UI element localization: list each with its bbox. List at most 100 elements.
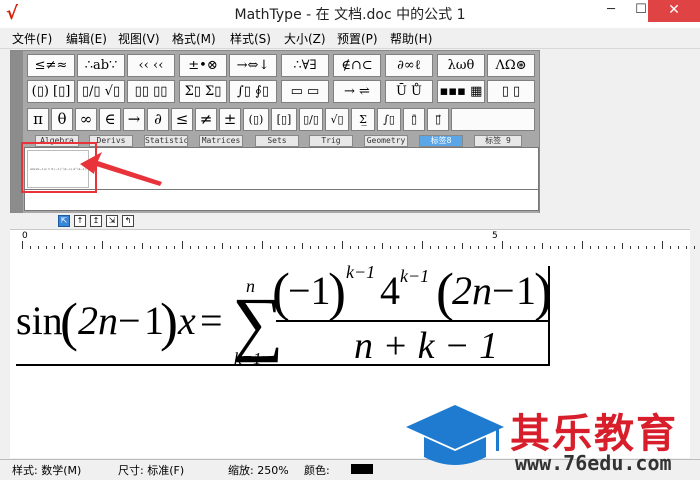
tab-trig[interactable]: Trig [309, 135, 353, 147]
parentheses-template-button[interactable]: (▯) [243, 108, 269, 131]
overbar-template-button[interactable]: ▯̄ [403, 108, 425, 131]
ruler-tick [438, 246, 439, 249]
formula-denominator: n + k − 1 [354, 325, 498, 367]
partial-symbol-button[interactable]: ∂ [147, 108, 169, 131]
ruler-tick [430, 246, 431, 249]
ruler-tick [262, 241, 263, 249]
sum-template-button[interactable]: Σ̲ [351, 108, 375, 131]
ruler-tick [678, 246, 679, 249]
labeled-arrows-palette-button[interactable]: → ⇌ [333, 80, 381, 103]
arrow-symbol-button[interactable]: → [123, 108, 145, 131]
ruler-tick [78, 246, 79, 249]
ruler-tick [134, 246, 135, 249]
brackets-template-button[interactable]: [▯] [271, 108, 297, 131]
tab-matrices[interactable]: Matrices [199, 135, 243, 147]
tab-label-8[interactable]: 标签8 [419, 135, 463, 147]
set-theory-palette-button[interactable]: ∉∩⊂ [333, 54, 381, 77]
ruler-tick [326, 246, 327, 249]
ruler-tick [606, 246, 607, 249]
nudge-top-icon[interactable]: ↥ [90, 215, 102, 227]
nudge-bottom-right-icon[interactable]: ⇲ [106, 215, 118, 227]
fraction-template-button[interactable]: ▯/▯ [299, 108, 323, 131]
summations-palette-button[interactable]: Σ▯ Σ▯ [179, 80, 227, 103]
radical-template-button[interactable]: √▯ [325, 108, 349, 131]
boxes-palette-button[interactable]: ▯ ▯ [487, 80, 535, 103]
ruler-tick [214, 246, 215, 249]
element-of-symbol-button[interactable]: ∈ [99, 108, 121, 131]
operators-palette-button[interactable]: ±•⊗ [179, 54, 227, 77]
color-swatch[interactable] [351, 464, 373, 474]
nudge-top-left-icon[interactable]: ⇱ [58, 215, 70, 227]
menu-preferences[interactable]: 预置(P) [337, 30, 378, 47]
fractions-radicals-palette-button[interactable]: ▯/▯ √▯ [77, 80, 125, 103]
ruler-tick [382, 243, 383, 249]
ruler-tick [422, 241, 423, 249]
formula-num-four: 4 [380, 268, 400, 313]
ruler-tick [534, 246, 535, 249]
nudge-return-icon[interactable]: ↰ [122, 215, 134, 227]
ruler-tick [622, 243, 623, 249]
ruler-tick [142, 243, 143, 249]
tab-statistics[interactable]: Statistics [144, 135, 188, 147]
status-size[interactable]: 尺寸: 标准(F) [118, 462, 184, 478]
menu-bar: 文件(F) 编辑(E) 视图(V) 格式(M) 样式(S) 大小(Z) 预置(P… [0, 28, 700, 49]
menu-view[interactable]: 视图(V) [118, 30, 160, 47]
ruler-label-5: 5 [492, 231, 498, 241]
menu-format[interactable]: 格式(M) [172, 30, 216, 47]
tab-label-9[interactable]: 标签 9 [474, 135, 522, 147]
ruler-tick [166, 246, 167, 249]
ruler-tick [342, 241, 343, 249]
logic-palette-button[interactable]: ∴∀∃ [281, 54, 329, 77]
spaces-ellipses-palette-button[interactable]: ∴ab∵ [77, 54, 125, 77]
tab-geometry[interactable]: Geometry [364, 135, 408, 147]
graduation-cap-icon [406, 405, 504, 465]
matrices-palette-button[interactable]: ▪▪▪ ▦ [437, 80, 485, 103]
less-equal-symbol-button[interactable]: ≤ [171, 108, 193, 131]
ruler-tick [334, 246, 335, 249]
menu-size[interactable]: 大小(Z) [284, 30, 326, 47]
tab-sets[interactable]: Sets [255, 135, 299, 147]
underbars-palette-button[interactable]: ▭ ▭ [281, 80, 329, 103]
arrows-palette-button[interactable]: →⇔↓ [229, 54, 277, 77]
status-zoom[interactable]: 缩放: 250% [228, 462, 289, 478]
menu-style[interactable]: 样式(S) [230, 30, 271, 47]
ruler-tick [662, 241, 663, 249]
pi-symbol-button[interactable]: π [27, 108, 49, 131]
theta-symbol-button[interactable]: θ [51, 108, 73, 131]
subscripts-palette-button[interactable]: ▯▯ ▯▯ [127, 80, 175, 103]
misc-symbols-palette-button[interactable]: ∂∞ℓ [385, 54, 433, 77]
greek-lower-palette-button[interactable]: λωθ [437, 54, 485, 77]
menu-edit[interactable]: 编辑(E) [66, 30, 107, 47]
status-style[interactable]: 样式: 数学(M) [12, 462, 81, 478]
ruler-tick [222, 243, 223, 249]
infinity-symbol-button[interactable]: ∞ [75, 108, 97, 131]
relations-palette-button[interactable]: ≤≠≈ [27, 54, 75, 77]
close-button[interactable]: ✕ [648, 0, 700, 22]
embellishments-palette-button[interactable]: ‹‹ ‹‹ [127, 54, 175, 77]
plus-minus-symbol-button[interactable]: ± [219, 108, 241, 131]
ruler-tick [294, 246, 295, 249]
ruler-tick [302, 243, 303, 249]
formula-equals: = [200, 298, 223, 343]
nudge-up-icon[interactable]: ↑ [74, 215, 86, 227]
menu-help[interactable]: 帮助(H) [390, 30, 432, 47]
formula-num-exp1: k−1 [346, 262, 375, 282]
menu-file[interactable]: 文件(F) [12, 30, 52, 47]
ruler-tick [150, 246, 151, 249]
formula-lhs-minus: − [118, 298, 141, 343]
ruler-tick [462, 243, 463, 249]
slot-underline [16, 364, 550, 366]
ruler-tick [198, 246, 199, 249]
integral-template-button[interactable]: ∫▯ [377, 108, 401, 131]
greek-upper-palette-button[interactable]: ΛΩ⊛ [487, 54, 535, 77]
ruler-tick [510, 246, 511, 249]
fences-palette-button[interactable]: (▯) [▯] [27, 80, 75, 103]
integrals-palette-button[interactable]: ∫▯ ∮▯ [229, 80, 277, 103]
ruler: 0 5 [10, 229, 695, 253]
title-bar: √ MathType - 在 文档.doc 中的公式 1 ─ ☐ ✕ [0, 0, 700, 28]
ruler-tick [102, 241, 103, 249]
products-palette-button[interactable]: Ū Ů [385, 80, 433, 103]
ruler-tick [118, 246, 119, 249]
vector-template-button[interactable]: ▯⃗ [427, 108, 449, 131]
not-equal-symbol-button[interactable]: ≠ [195, 108, 217, 131]
